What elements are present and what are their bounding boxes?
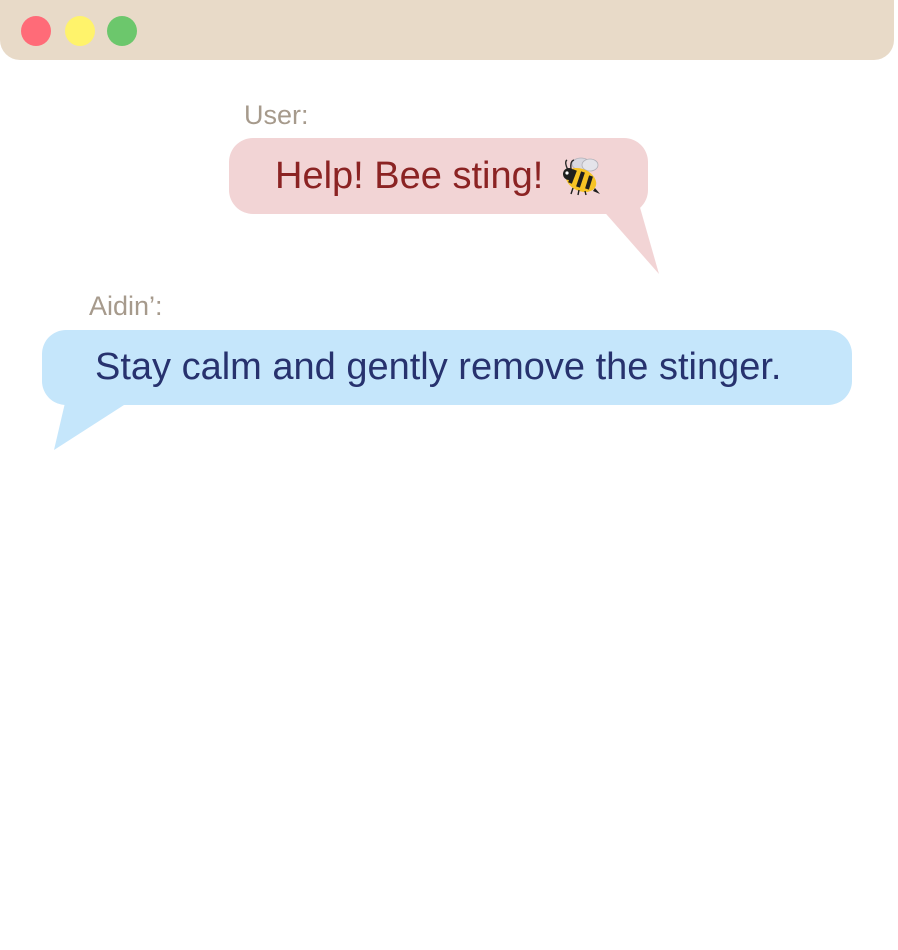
bee-icon — [563, 157, 601, 196]
assistant-message-bubble: Stay calm and gently remove the stinger. — [42, 330, 852, 405]
window-titlebar — [0, 0, 894, 60]
assistant-message-text: Stay calm and gently remove the stinger. — [95, 346, 782, 388]
assistant-speaker-label: Aidin’: — [89, 291, 163, 321]
user-message-bubble: Help! Bee sting! — [229, 138, 648, 214]
minimize-window-button[interactable] — [65, 16, 95, 46]
maximize-window-button[interactable] — [107, 16, 137, 46]
user-message-text: Help! Bee sting! — [275, 154, 544, 197]
close-window-button[interactable] — [21, 16, 51, 46]
user-speaker-label: User: — [244, 100, 309, 130]
